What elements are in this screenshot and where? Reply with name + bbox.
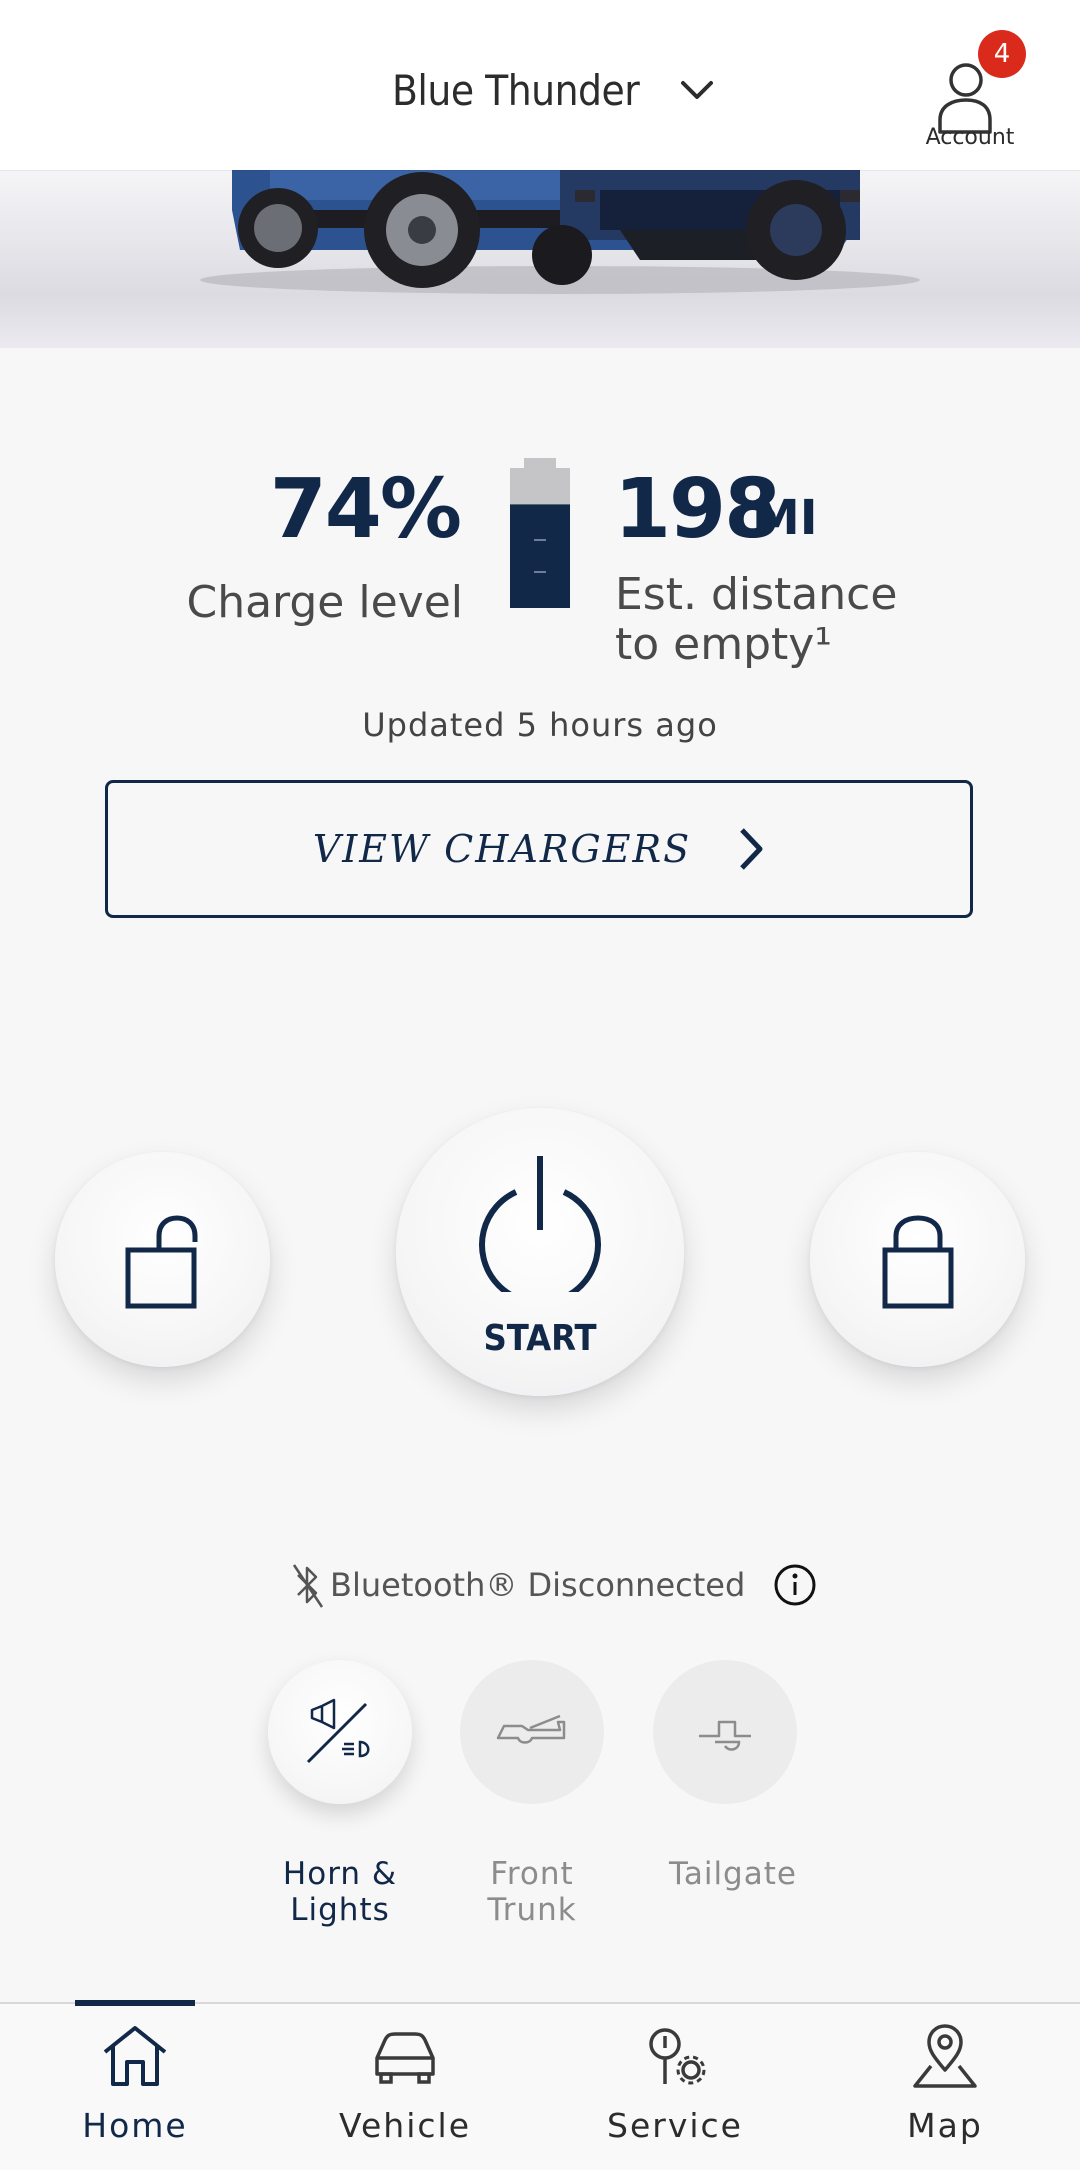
lock-icon [882, 1215, 954, 1309]
service-icon [649, 2028, 706, 2085]
unlock-button[interactable] [55, 1152, 270, 1367]
nav-vehicle[interactable]: Vehicle [305, 2004, 505, 2170]
vehicle-selector[interactable]: Blue Thunder [392, 55, 715, 125]
range-label: Est. distance to empty¹ [615, 569, 898, 670]
view-chargers-button[interactable]: VIEW CHARGERS [105, 780, 973, 918]
updated-timestamp: Updated 5 hours ago [362, 706, 718, 744]
truck-illustration [200, 170, 920, 294]
front-trunk-label: Front Trunk [487, 1856, 577, 1928]
unlock-icon [125, 1215, 198, 1309]
tailgate-icon [699, 1720, 751, 1751]
tailgate-label: Tailgate [669, 1856, 797, 1892]
nav-home[interactable]: Home [35, 2000, 235, 2170]
home-icon [103, 2026, 167, 2086]
range-unit: MI [752, 490, 818, 546]
account-label: Account [925, 125, 1015, 150]
remote-start-button[interactable]: START [396, 1108, 684, 1396]
charge-label: Charge level [186, 577, 463, 628]
start-label: START [483, 1318, 597, 1359]
front-trunk-button[interactable] [460, 1660, 604, 1804]
bottom-nav: Home Vehicle Service Map [0, 2000, 1080, 2170]
bluetooth-off-icon [292, 1564, 324, 1608]
notification-badge: 4 [978, 30, 1026, 78]
chevron-down-icon [681, 81, 714, 99]
bluetooth-status-text: Bluetooth® Disconnected [330, 1566, 746, 1604]
nav-map[interactable]: Map [845, 2004, 1045, 2170]
nav-home-label: Home [82, 2106, 188, 2145]
vehicle-name: Blue Thunder [392, 65, 640, 115]
horn-lights-label: Horn & Lights [282, 1856, 398, 1928]
horn-lights-button[interactable] [268, 1660, 412, 1804]
bluetooth-status: Bluetooth® Disconnected [290, 1560, 817, 1610]
nav-vehicle-label: Vehicle [338, 2106, 471, 2145]
nav-service[interactable]: Service [575, 2004, 775, 2170]
chevron-right-icon [740, 828, 763, 870]
tailgate-button[interactable] [653, 1660, 797, 1804]
info-icon[interactable] [773, 1563, 817, 1607]
account-button[interactable]: 4 Account [920, 30, 1026, 155]
horn-lights-icon [306, 1698, 370, 1764]
car-icon [375, 2032, 435, 2084]
lock-button[interactable] [810, 1152, 1025, 1367]
vehicle-image [0, 170, 1080, 348]
battery-icon [510, 458, 570, 608]
map-pin-icon [913, 2024, 977, 2088]
nav-active-indicator [75, 2000, 195, 2006]
nav-map-label: Map [907, 2106, 983, 2145]
app-header: Blue Thunder 4 Account [0, 0, 1080, 170]
nav-service-label: Service [607, 2106, 743, 2145]
charge-percent: 74% [269, 462, 462, 557]
power-icon [479, 1156, 601, 1292]
front-trunk-icon [496, 1714, 566, 1744]
view-chargers-label: VIEW CHARGERS [312, 827, 692, 871]
